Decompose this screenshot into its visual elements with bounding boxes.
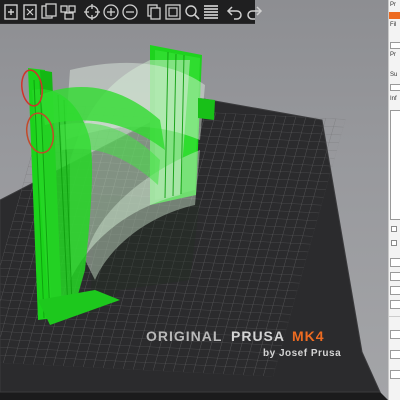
value-field[interactable] bbox=[390, 258, 400, 267]
sidebar-label-print: Pr bbox=[390, 2, 396, 8]
3d-viewport[interactable]: ORIGINAL PRUSA MK4 by Josef Prusa bbox=[0, 0, 388, 400]
split-objects-icon bbox=[147, 3, 161, 20]
redo-button[interactable] bbox=[245, 1, 263, 23]
remove-instance-icon bbox=[122, 3, 138, 20]
value-field[interactable] bbox=[390, 350, 400, 359]
split-parts-icon bbox=[165, 3, 181, 20]
delete-button[interactable] bbox=[21, 1, 39, 23]
layer-editing-button[interactable] bbox=[202, 1, 220, 23]
redo-icon bbox=[247, 5, 263, 20]
search-icon bbox=[185, 4, 200, 20]
delete-all-button[interactable] bbox=[40, 1, 58, 23]
filament-combo[interactable] bbox=[390, 42, 400, 49]
remove-instance-button[interactable] bbox=[121, 1, 139, 23]
bed-edge bbox=[0, 392, 388, 400]
supports-combo[interactable] bbox=[390, 84, 400, 91]
arrange-button[interactable] bbox=[59, 1, 77, 23]
top-toolbar bbox=[0, 0, 263, 24]
add-instance-icon bbox=[103, 3, 119, 20]
crosshair-icon bbox=[84, 3, 100, 20]
sidebar-label-supports: Su bbox=[390, 72, 398, 78]
accent-bar bbox=[389, 12, 400, 19]
sidebar-label-filament: Fil bbox=[390, 22, 397, 28]
value-field[interactable] bbox=[390, 272, 400, 281]
undo-button[interactable] bbox=[226, 1, 244, 23]
object-list[interactable] bbox=[390, 110, 400, 220]
add-icon bbox=[4, 3, 18, 20]
brand-mk4: MK4 bbox=[292, 328, 325, 344]
3d-scene[interactable]: ORIGINAL PRUSA MK4 by Josef Prusa bbox=[0, 0, 388, 400]
value-field[interactable] bbox=[390, 286, 400, 295]
right-sidebar: Pr Fil Pr Su Inf bbox=[388, 0, 400, 400]
layer-editing-icon bbox=[204, 4, 218, 19]
undo-icon bbox=[226, 5, 242, 20]
arrange-icon bbox=[60, 4, 76, 20]
option-checkbox[interactable] bbox=[391, 240, 397, 246]
add-instance-button[interactable] bbox=[102, 1, 120, 23]
brand-original: ORIGINAL bbox=[146, 328, 222, 344]
delete-all-icon bbox=[41, 2, 57, 19]
sidebar-label-infill: Inf bbox=[390, 96, 397, 102]
brand-byline: by Josef Prusa bbox=[263, 348, 341, 359]
value-field[interactable] bbox=[390, 370, 400, 379]
option-checkbox[interactable] bbox=[391, 226, 397, 232]
value-field[interactable] bbox=[390, 330, 400, 339]
divider bbox=[389, 316, 400, 317]
split-parts-button[interactable] bbox=[164, 1, 182, 23]
sidebar-label-printer: Pr bbox=[390, 52, 396, 58]
search-button[interactable] bbox=[183, 1, 201, 23]
value-field[interactable] bbox=[390, 300, 400, 309]
add-button[interactable] bbox=[2, 1, 20, 23]
delete-icon bbox=[23, 3, 37, 20]
brand-prusa: PRUSA bbox=[231, 328, 285, 344]
move-button[interactable] bbox=[83, 1, 101, 23]
split-objects-button[interactable] bbox=[145, 1, 163, 23]
